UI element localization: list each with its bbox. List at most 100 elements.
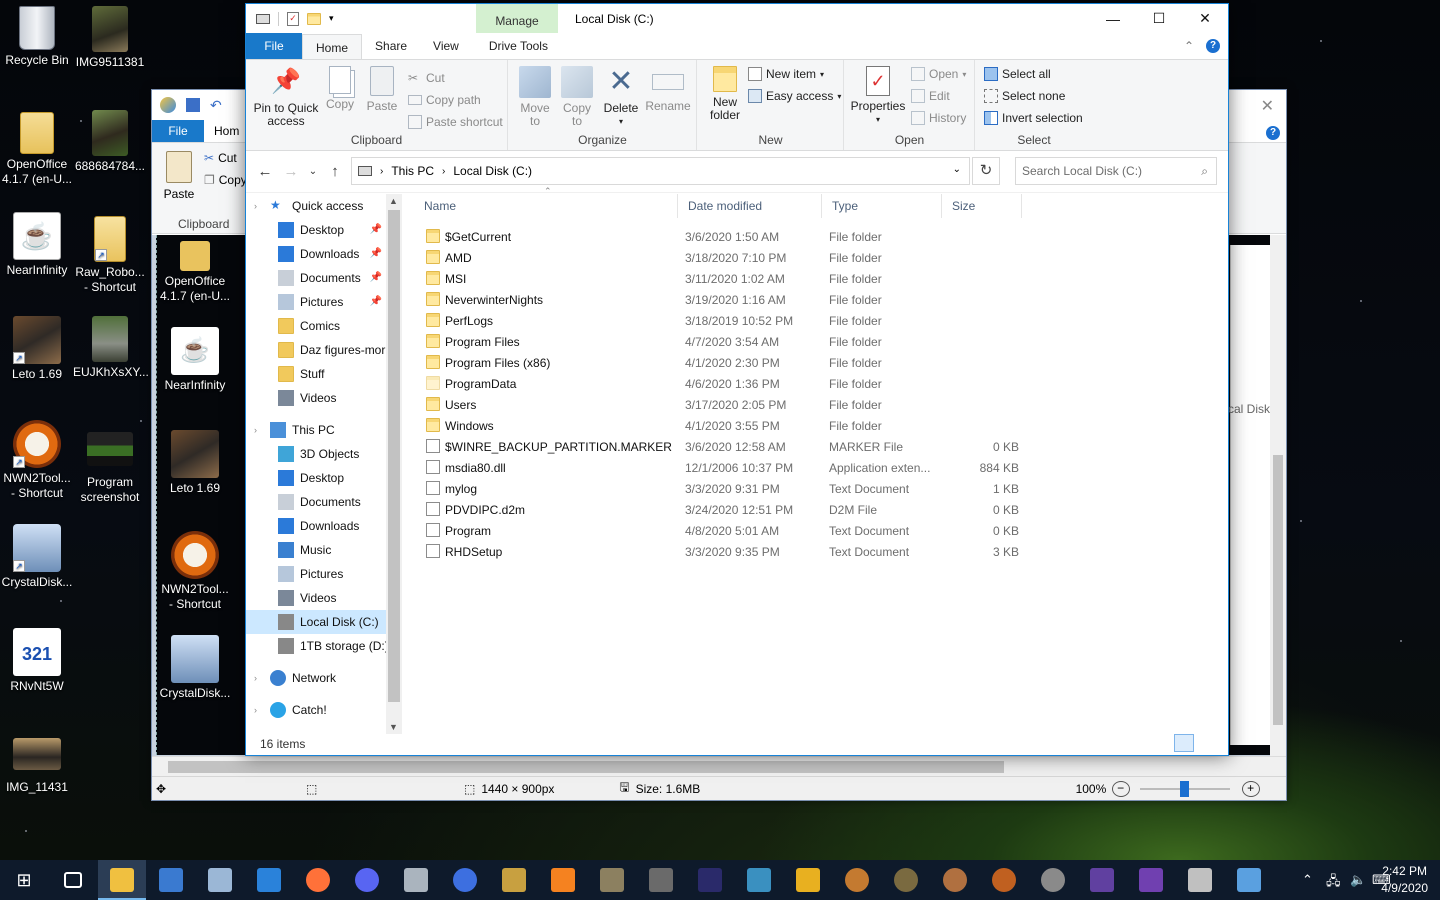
pin-to-quick-access-button[interactable]: 📌 Pin to Quick access — [252, 64, 320, 128]
desktop-icon-image-2[interactable]: 688684784... — [73, 110, 147, 174]
details-view-button[interactable] — [1174, 734, 1194, 752]
copy-button[interactable]: Copy — [322, 64, 358, 111]
back-button[interactable]: ← — [252, 163, 278, 180]
open-button[interactable]: Open ▾ — [911, 64, 966, 84]
paint-icon[interactable] — [1225, 860, 1273, 900]
daz-studio-icon[interactable] — [490, 860, 538, 900]
tab-manage[interactable]: Manage — [476, 4, 558, 33]
nav-item[interactable]: Desktop — [246, 466, 386, 490]
nav-item[interactable]: Videos — [246, 386, 386, 410]
maximize-button[interactable]: ☐ — [1136, 4, 1182, 33]
history-button[interactable]: History — [911, 108, 966, 128]
desktop-icon-nwn2tool[interactable]: ↗ NWN2Tool... - Shortcut — [0, 420, 74, 501]
table-row[interactable]: PerfLogs 3/18/2019 10:52 PM File folder — [414, 310, 1224, 331]
nav-item[interactable]: Documents — [246, 490, 386, 514]
monkey-icon[interactable] — [833, 860, 881, 900]
table-row[interactable]: RHDSetup 3/3/2020 9:35 PM Text Document 3 K… — [414, 541, 1224, 562]
nav-item[interactable]: Downloads — [246, 514, 386, 538]
paint-horizontal-scrollbar[interactable] — [152, 756, 1286, 776]
new-folder-button[interactable]: New folder — [704, 64, 746, 122]
file-list[interactable]: Name ⌃ Date modified Type Size $GetCurre… — [414, 186, 1224, 734]
close-button[interactable]: ✕ — [1182, 4, 1228, 33]
table-row[interactable]: NeverwinterNights 3/19/2020 1:16 AM File f… — [414, 289, 1224, 310]
nav-item[interactable]: 3D Objects — [246, 442, 386, 466]
desktop-icon-leto[interactable]: ↗ Leto 1.69 — [0, 316, 74, 382]
nav-item[interactable]: Videos — [246, 586, 386, 610]
expand-chevron-icon[interactable]: › — [254, 201, 257, 211]
customize-quick-access-icon[interactable]: ▾ — [329, 13, 334, 24]
table-row[interactable]: PDVDIPC.d2m 3/24/2020 12:51 PM D2M File 0 K… — [414, 499, 1224, 520]
desktop-icon-rnvnt5w[interactable]: 321 RNvNt5W — [0, 628, 74, 694]
nav-item[interactable]: Pictures 📌 — [246, 290, 386, 314]
nav-item[interactable]: Pictures — [246, 562, 386, 586]
nav-item[interactable]: Local Disk (C:) — [246, 610, 386, 634]
paste-shortcut-button[interactable]: Paste shortcut — [408, 112, 503, 132]
table-row[interactable]: $GetCurrent 3/6/2020 1:50 AM File folder — [414, 226, 1224, 247]
edit-button[interactable]: Edit — [911, 86, 950, 106]
nav-item[interactable]: Downloads 📌 — [246, 242, 386, 266]
column-header-type[interactable]: Type — [822, 194, 942, 218]
paint-close-button[interactable]: ✕ — [1261, 96, 1274, 116]
image-viewer-icon[interactable] — [196, 860, 244, 900]
nav-item[interactable]: 1TB storage (D:) — [246, 634, 386, 658]
paint-tab-file[interactable]: File — [152, 120, 204, 142]
tool-icon[interactable] — [784, 860, 832, 900]
dragon-icon[interactable] — [931, 860, 979, 900]
tab-share[interactable]: Share — [362, 33, 420, 60]
forward-button[interactable]: → — [278, 163, 304, 180]
show-hidden-icons-icon[interactable]: ⌃ — [1302, 872, 1313, 888]
qbittorrent-icon[interactable] — [441, 860, 489, 900]
cut-button[interactable]: ✂ Cut — [408, 68, 445, 88]
table-row[interactable]: msdia80.dll 12/1/2006 10:37 PM Application… — [414, 457, 1224, 478]
undo-icon[interactable]: ↶ — [210, 97, 222, 114]
tab-file[interactable]: File — [246, 33, 302, 60]
rename-button[interactable]: Rename — [645, 64, 691, 113]
thunderbird-icon[interactable] — [245, 860, 293, 900]
editor-icon[interactable] — [1078, 860, 1126, 900]
up-button[interactable]: ↑ — [322, 163, 348, 180]
blender-icon[interactable] — [539, 860, 587, 900]
copy-to-button[interactable]: Copy to — [557, 64, 597, 128]
table-row[interactable]: Windows 4/1/2020 3:55 PM File folder — [414, 415, 1224, 436]
tab-view[interactable]: View — [420, 33, 472, 60]
task-view-icon[interactable] — [49, 860, 97, 900]
table-row[interactable]: ProgramData 4/6/2020 1:36 PM File folder — [414, 373, 1224, 394]
table-row[interactable]: Users 3/17/2020 2:05 PM File folder — [414, 394, 1224, 415]
windows-start-icon[interactable]: ⊞ — [0, 860, 48, 900]
nav-item[interactable]: Desktop 📌 — [246, 218, 386, 242]
address-dropdown-icon[interactable]: ⌄ — [953, 164, 961, 175]
nav-item[interactable]: › This PC — [246, 418, 386, 442]
nav-item[interactable]: Comics — [246, 314, 386, 338]
desktop-icon-raw-robo[interactable]: ↗ Raw_Robo... - Shortcut — [73, 216, 147, 295]
desktop-icon-img-11431[interactable]: IMG_11431 — [0, 738, 74, 795]
paint-paste-button[interactable]: Paste — [162, 151, 196, 201]
zoom-in-button[interactable]: + — [1241, 780, 1260, 797]
paint-tab-home[interactable]: Hom — [204, 120, 249, 142]
nav-item[interactable]: Stuff — [246, 362, 386, 386]
control-panel-icon[interactable] — [147, 860, 195, 900]
tab-home[interactable]: Home — [302, 34, 363, 60]
table-row[interactable]: $WINRE_BACKUP_PARTITION.MARKER 3/6/2020 1… — [414, 436, 1224, 457]
photoshop-icon[interactable] — [686, 860, 734, 900]
table-row[interactable]: MSI 3/11/2020 1:02 AM File folder — [414, 268, 1224, 289]
nav-item[interactable]: Documents 📌 — [246, 266, 386, 290]
desktop-icon-image[interactable]: IMG9511381 — [73, 6, 147, 70]
copy-path-button[interactable]: Copy path — [408, 90, 481, 110]
nav-item[interactable]: › Catch! — [246, 698, 386, 722]
recent-locations-button[interactable]: ⌄ — [304, 166, 322, 177]
nav-item[interactable]: › Network — [246, 666, 386, 690]
tab-drive-tools[interactable]: Drive Tools — [476, 33, 561, 60]
expand-chevron-icon[interactable]: › — [254, 705, 257, 715]
search-input[interactable]: Search Local Disk (C:) ⌕ — [1015, 157, 1217, 185]
save-icon[interactable] — [186, 98, 200, 112]
navigation-pane[interactable]: › ★ Quick access Desktop 📌 Downloads 📌 Document… — [246, 194, 386, 734]
network-icon[interactable]: 🖧 — [1326, 872, 1341, 894]
desktop-icon-video[interactable]: EUJKhXsXY... — [73, 316, 149, 380]
nav-item[interactable]: › ★ Quick access — [246, 194, 386, 218]
navigation-pane-scrollbar[interactable]: ▲ ▼ — [386, 194, 402, 734]
clock[interactable]: 2:42 PM 4/9/2020 — [1381, 863, 1428, 897]
table-row[interactable]: Program Files (x86) 4/1/2020 2:30 PM File … — [414, 352, 1224, 373]
nwn-icon[interactable] — [882, 860, 930, 900]
new-item-button[interactable]: New item ▾ — [748, 64, 824, 84]
expand-chevron-icon[interactable]: › — [254, 673, 257, 683]
